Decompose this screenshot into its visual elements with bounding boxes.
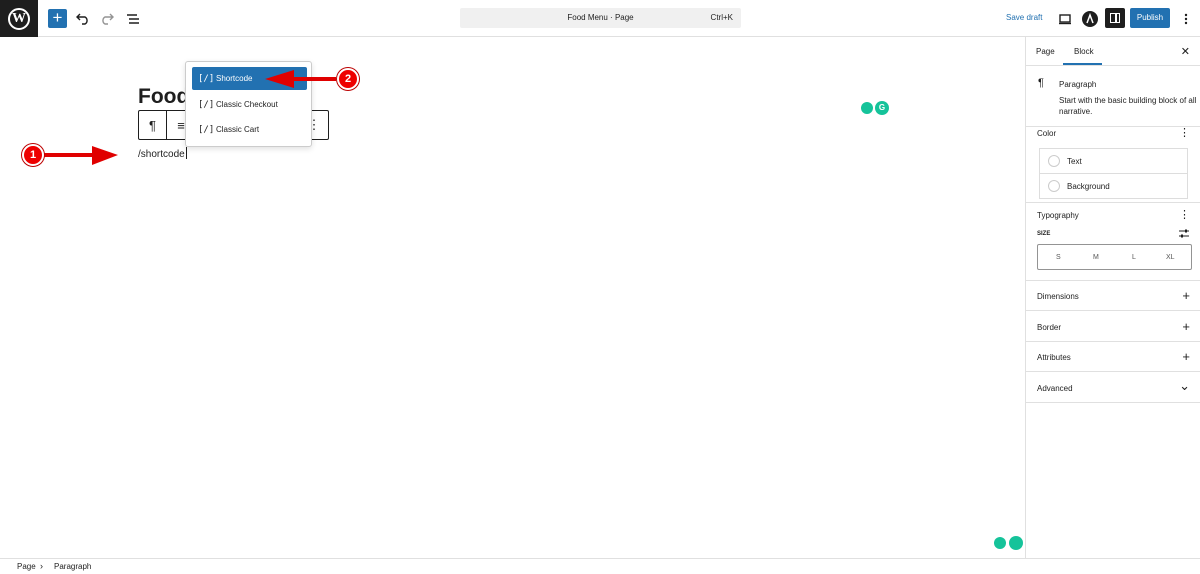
divider [1026, 341, 1200, 342]
annotation-arrows [44, 70, 336, 165]
breadcrumb-paragraph[interactable]: Paragraph [54, 562, 91, 571]
breadcrumb-page[interactable]: Page [17, 562, 36, 571]
active-tab-indicator [1063, 63, 1102, 65]
paragraph-icon: ¶ [1038, 77, 1044, 89]
divider [1026, 310, 1200, 311]
breadcrumb: Page › Paragraph [0, 558, 1200, 574]
close-icon[interactable]: ✕ [1181, 45, 1190, 58]
chevron-down-icon[interactable]: ⌄ [1179, 378, 1190, 394]
typography-section-title: Typography [1037, 211, 1079, 220]
divider [1026, 202, 1200, 203]
sidebar-tabs: Page Block ✕ [1026, 37, 1200, 66]
panel-advanced[interactable]: Advanced [1037, 384, 1073, 393]
tab-block[interactable]: Block [1074, 47, 1094, 56]
plus-icon[interactable]: + [1182, 349, 1190, 364]
size-label: SIZE [1037, 231, 1051, 237]
editor-screen: W + Food Menu · Page Ctrl+K Save draft P… [0, 0, 1200, 574]
settings-sidebar: Page Block ✕ ¶ Paragraph Start with the … [1025, 37, 1200, 558]
color-text-label: Text [1067, 156, 1082, 166]
size-settings-icon[interactable] [1179, 229, 1189, 240]
color-background-option[interactable]: Background [1039, 173, 1188, 199]
color-text-option[interactable]: Text [1039, 148, 1188, 174]
color-swatch-icon [1048, 155, 1060, 167]
divider [1026, 371, 1200, 372]
panel-dimensions[interactable]: Dimensions [1037, 292, 1079, 301]
panel-border[interactable]: Border [1037, 323, 1061, 332]
color-section-title: Color [1037, 129, 1057, 138]
block-card: ¶ Paragraph Start with the basic buildin… [1026, 67, 1200, 127]
more-vertical-icon[interactable]: ⋮ [1179, 126, 1190, 139]
block-name: Paragraph [1059, 80, 1097, 89]
divider [1026, 280, 1200, 281]
font-size-picker: S M L XL [1037, 244, 1192, 270]
plus-icon[interactable]: + [1182, 288, 1190, 303]
size-option-l[interactable]: L [1132, 254, 1136, 261]
plus-icon[interactable]: + [1182, 319, 1190, 334]
breadcrumb-separator-icon: › [40, 561, 43, 571]
panel-attributes[interactable]: Attributes [1037, 353, 1071, 362]
more-vertical-icon[interactable]: ⋮ [1179, 208, 1190, 221]
color-swatch-icon [1048, 180, 1060, 192]
annotation-badge-2: 2 [337, 68, 359, 90]
size-option-xl[interactable]: XL [1166, 254, 1175, 261]
block-description: Start with the basic building block of a… [1059, 96, 1197, 116]
divider [1026, 402, 1200, 403]
size-option-s[interactable]: S [1056, 254, 1061, 261]
tab-page[interactable]: Page [1036, 47, 1055, 56]
annotation-badge-1: 1 [22, 144, 44, 166]
color-background-label: Background [1067, 181, 1110, 191]
size-option-m[interactable]: M [1093, 254, 1099, 261]
